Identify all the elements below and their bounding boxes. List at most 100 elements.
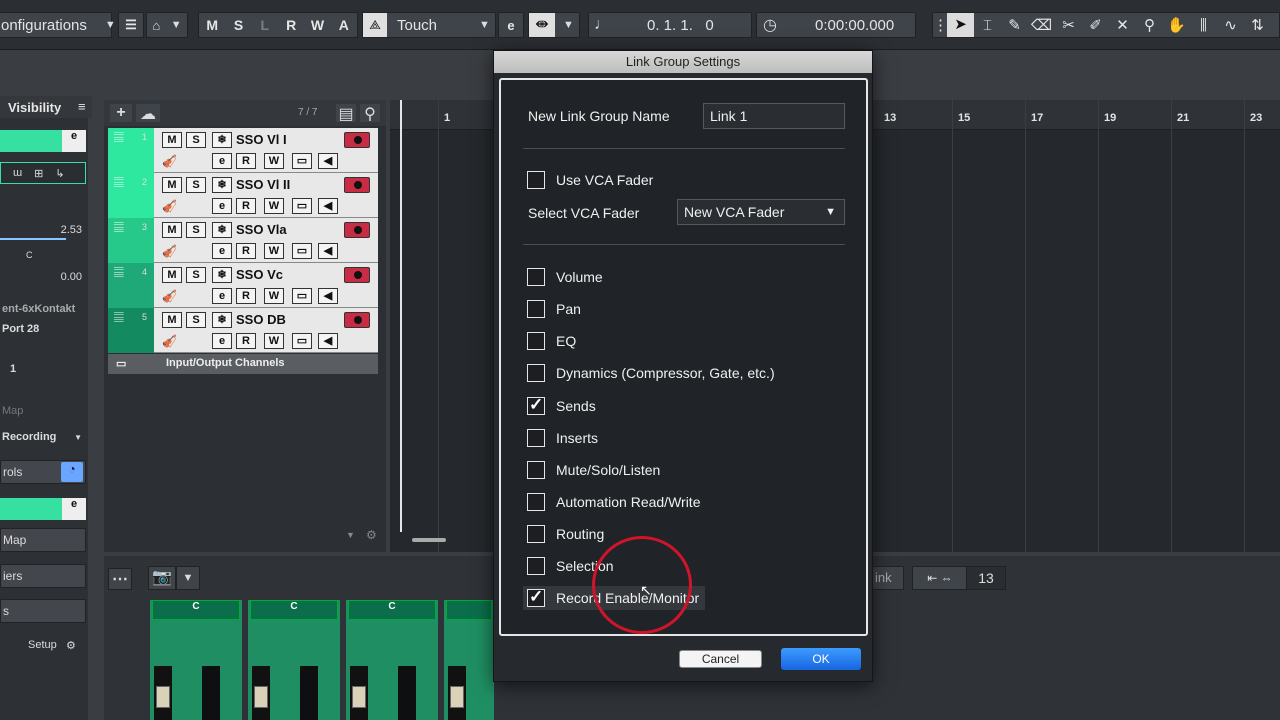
- read-button[interactable]: R: [236, 333, 256, 349]
- track-row[interactable]: 𝄚 3 M S ❄ SSO Vla 🎻 e R W ▭ ◀: [108, 218, 378, 263]
- play-tool-icon[interactable]: ⇅: [1244, 16, 1271, 34]
- modifiers-section[interactable]: iers: [0, 564, 86, 588]
- use-vca-fader-option[interactable]: Use VCA Fader: [527, 168, 653, 192]
- link-option-volume[interactable]: Volume: [527, 265, 603, 289]
- record-enable-monitor-checkbox[interactable]: [527, 587, 545, 607]
- automation-checkbox[interactable]: [527, 493, 545, 511]
- track-name[interactable]: SSO Vl I: [236, 132, 287, 147]
- solo-button[interactable]: S: [186, 312, 206, 328]
- write-button[interactable]: W: [264, 243, 284, 259]
- record-enable-button[interactable]: [344, 222, 370, 238]
- pan-control[interactable]: C: [250, 600, 338, 620]
- time-display[interactable]: ◷ 0:00:00.000: [756, 12, 916, 38]
- setup-row[interactable]: Setup ⚙: [0, 634, 86, 656]
- range-tool-icon[interactable]: ⌶: [974, 17, 1001, 34]
- read-button[interactable]: R: [236, 153, 256, 169]
- fader-cap[interactable]: [254, 686, 268, 708]
- mute-button[interactable]: M: [162, 222, 182, 238]
- more-icon[interactable]: ⋯: [108, 568, 132, 590]
- pan-control[interactable]: [446, 600, 492, 620]
- write-button[interactable]: W: [264, 333, 284, 349]
- quick-controls-section[interactable]: rols ◔: [0, 460, 86, 484]
- lanes-icon[interactable]: ▭: [292, 198, 312, 214]
- freeze-icon[interactable]: ❄: [212, 312, 232, 328]
- freeze-icon[interactable]: ❄: [212, 132, 232, 148]
- mute-all-button[interactable]: M: [199, 17, 225, 33]
- track-row[interactable]: 𝄚 5 M S ❄ SSO DB 🎻 e R W ▭ ◀: [108, 308, 378, 353]
- track-row[interactable]: 𝄚 1 M S ❄ SSO Vl I 🎻 e R W ▭ ◀: [108, 128, 378, 173]
- lanes-icon[interactable]: ▭: [292, 243, 312, 259]
- pan-control[interactable]: C: [348, 600, 436, 620]
- monitor-icon[interactable]: ◀: [318, 198, 338, 214]
- read-button[interactable]: R: [236, 243, 256, 259]
- freeze-icon[interactable]: ❄: [212, 267, 232, 283]
- ok-button[interactable]: OK: [781, 648, 861, 670]
- read-button[interactable]: R: [236, 288, 256, 304]
- track-row[interactable]: 𝄚 2 M S ❄ SSO Vl II 🎻 e R W ▭ ◀: [108, 173, 378, 218]
- mute-button[interactable]: M: [162, 267, 182, 283]
- instrument-name[interactable]: ent-6xKontakt: [0, 298, 86, 320]
- mute-tool-icon[interactable]: ✕: [1109, 16, 1136, 34]
- mixer-channel-strip[interactable]: [444, 600, 494, 720]
- select-vca-fader-dropdown[interactable]: New VCA Fader ▼: [677, 199, 845, 225]
- midi-port[interactable]: Port 28: [0, 318, 86, 340]
- pan-checkbox[interactable]: [527, 300, 545, 318]
- camera-icon[interactable]: 📷: [148, 566, 176, 590]
- solo-button[interactable]: S: [186, 177, 206, 193]
- mixer-channel-strip[interactable]: C: [346, 600, 438, 720]
- freeze-icon[interactable]: ❄: [212, 222, 232, 238]
- timewarp-tool-icon[interactable]: ⫼: [1190, 17, 1217, 34]
- monitor-icon[interactable]: ◀: [318, 243, 338, 259]
- mute-button[interactable]: M: [162, 132, 182, 148]
- hand-tool-icon[interactable]: ✋: [1163, 16, 1190, 34]
- edit-button[interactable]: e: [212, 243, 232, 259]
- eq-checkbox[interactable]: [527, 332, 545, 350]
- automation-mode-dropdown[interactable]: ⟁ Touch ▼: [362, 12, 496, 38]
- list-icon[interactable]: ▤: [336, 104, 356, 123]
- quick-controls-icon[interactable]: ◔: [61, 462, 83, 482]
- solo-button[interactable]: S: [186, 132, 206, 148]
- link-button[interactable]: ink: [872, 566, 904, 590]
- selection-checkbox[interactable]: [527, 557, 545, 575]
- track-name[interactable]: SSO Vla: [236, 222, 287, 237]
- read-button[interactable]: R: [236, 198, 256, 214]
- record-enable-button[interactable]: [344, 132, 370, 148]
- horizontal-scrollbar[interactable]: [412, 538, 446, 542]
- chevron-down-icon[interactable]: ▼: [176, 566, 200, 590]
- write-button[interactable]: W: [264, 153, 284, 169]
- edit-instrument-icon[interactable]: e: [62, 498, 86, 520]
- pan-row[interactable]: C: [0, 244, 86, 266]
- position-display[interactable]: ♩ 0. 1. 1. 0: [588, 12, 752, 38]
- erase-tool-icon[interactable]: ⌫: [1028, 16, 1055, 34]
- mute-solo-listen-checkbox[interactable]: [527, 461, 545, 479]
- automation-all-button[interactable]: A: [331, 17, 357, 33]
- solo-button[interactable]: S: [186, 267, 206, 283]
- pan-value-row[interactable]: 0.00: [0, 266, 86, 288]
- link-group-name-field[interactable]: Link 1: [703, 103, 845, 129]
- link-option-eq[interactable]: EQ: [527, 329, 576, 353]
- link-option-routing[interactable]: Routing: [527, 522, 604, 546]
- edit-button[interactable]: e: [212, 153, 232, 169]
- volume-checkbox[interactable]: [527, 268, 545, 286]
- link-option-pan[interactable]: Pan: [527, 297, 581, 321]
- folder-add-icon[interactable]: ☁: [136, 104, 160, 123]
- line-tool-icon[interactable]: ∿: [1217, 16, 1244, 34]
- map-field[interactable]: Map: [0, 400, 86, 422]
- gear-icon[interactable]: ⚙: [66, 639, 76, 652]
- edit-button[interactable]: e: [212, 198, 232, 214]
- pointer-tool-icon[interactable]: ➤: [947, 13, 974, 37]
- recording-dropdown[interactable]: Recording ▼: [0, 426, 86, 448]
- track-name[interactable]: SSO Vc: [236, 267, 283, 282]
- dynamics-checkbox[interactable]: [527, 364, 545, 382]
- edit-instrument-icon[interactable]: e: [62, 130, 86, 152]
- solo-all-button[interactable]: S: [225, 17, 251, 33]
- record-enable-button[interactable]: [344, 312, 370, 328]
- lanes-icon[interactable]: ▭: [292, 288, 312, 304]
- listen-all-button[interactable]: L: [252, 17, 278, 33]
- zoom-tool-icon[interactable]: ⚲: [1136, 16, 1163, 34]
- mute-button[interactable]: M: [162, 177, 182, 193]
- channel-fader[interactable]: [252, 666, 270, 720]
- write-button[interactable]: W: [264, 198, 284, 214]
- gear-icon[interactable]: ⚙: [366, 528, 377, 542]
- mixer-channel-strip[interactable]: C: [150, 600, 242, 720]
